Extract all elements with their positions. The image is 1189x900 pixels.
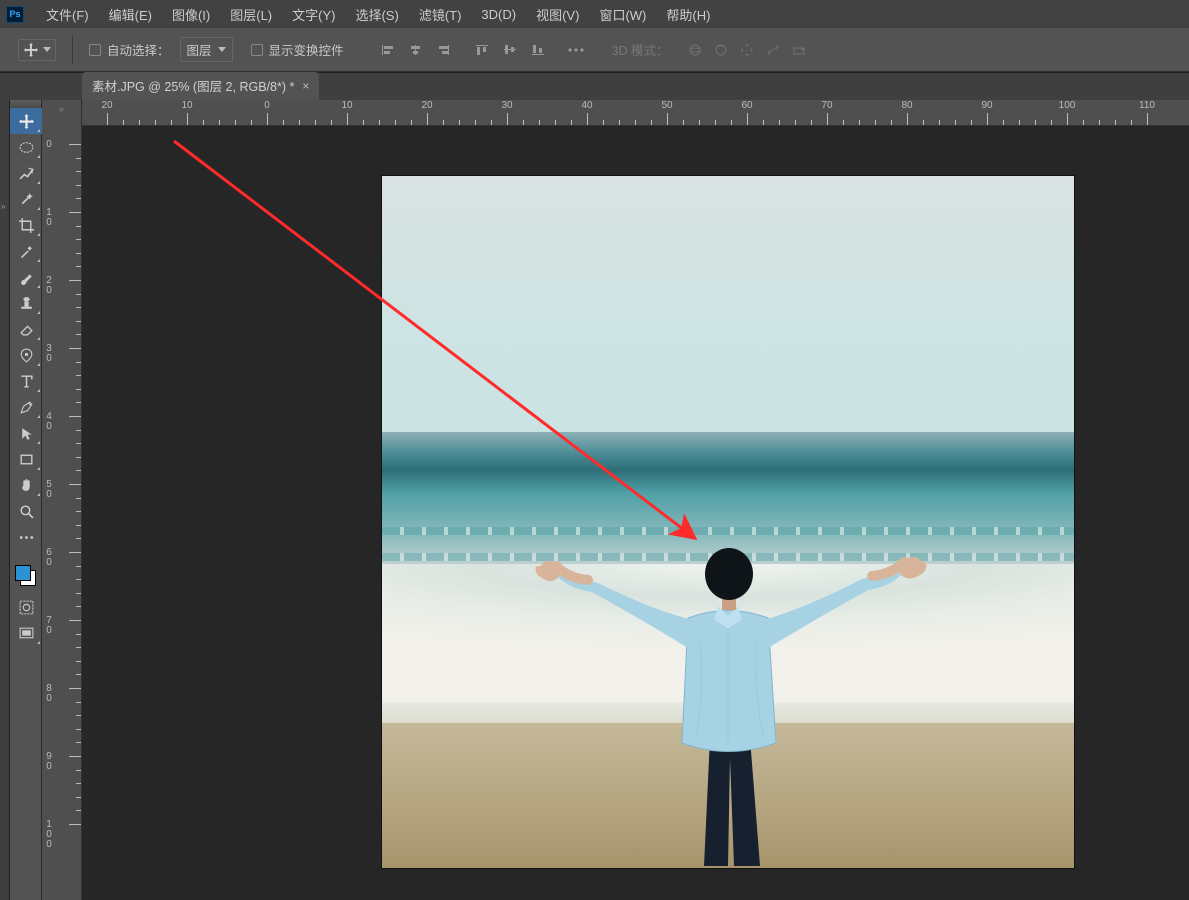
- close-icon[interactable]: ×: [302, 79, 309, 93]
- align-bottom-button[interactable]: [524, 38, 552, 62]
- pen-tool[interactable]: [10, 394, 42, 420]
- align-group: [374, 38, 590, 62]
- document-tab-bar: 素材.JPG @ 25% (图层 2, RGB/8*) * ×: [0, 72, 1189, 100]
- document-canvas[interactable]: [382, 176, 1074, 868]
- menu-window[interactable]: 窗口(W): [589, 5, 656, 24]
- screen-mode-button[interactable]: [10, 620, 42, 646]
- hand-tool[interactable]: [10, 472, 42, 498]
- align-right-button[interactable]: [430, 38, 458, 62]
- vertical-ruler[interactable]: 01 02 03 04 05 06 07 08 09 01 0 0: [42, 126, 82, 900]
- distribute-more-button[interactable]: [562, 38, 590, 62]
- color-swatches[interactable]: [10, 562, 41, 594]
- menu-layer[interactable]: 图层(L): [220, 5, 282, 24]
- chevron-down-icon: [218, 47, 226, 52]
- type-tool[interactable]: [10, 368, 42, 394]
- horizontal-ruler[interactable]: 20100102030405060708090100110: [82, 100, 1189, 126]
- show-transform-label: 显示变换控件: [269, 40, 344, 59]
- marquee-tool[interactable]: [10, 134, 42, 160]
- quick-mask-button[interactable]: [10, 594, 42, 620]
- foreground-color-swatch[interactable]: [15, 565, 31, 581]
- chevron-down-icon: [43, 47, 51, 52]
- 3d-roll-icon[interactable]: [713, 42, 729, 58]
- 3d-mode-buttons: [687, 42, 807, 58]
- menu-file[interactable]: 文件(F): [36, 5, 99, 24]
- move-tool[interactable]: [10, 108, 42, 134]
- align-vcenter-button[interactable]: [496, 38, 524, 62]
- magic-wand-tool[interactable]: [10, 186, 42, 212]
- 3d-mode-label: 3D 模式：: [612, 40, 669, 59]
- eraser-tool[interactable]: [10, 316, 42, 342]
- 3d-scale-icon[interactable]: [791, 42, 807, 58]
- edit-toolbar-button[interactable]: [10, 524, 42, 550]
- menu-3d[interactable]: 3D(D): [471, 7, 526, 22]
- align-hcenter-button[interactable]: [402, 38, 430, 62]
- document-tab-title: 素材.JPG @ 25% (图层 2, RGB/8*) *: [92, 76, 294, 95]
- menu-view[interactable]: 视图(V): [526, 5, 589, 24]
- 3d-pan-icon[interactable]: [739, 42, 755, 58]
- eyedropper-tool[interactable]: [10, 238, 42, 264]
- auto-select-label: 自动选择：: [107, 40, 170, 59]
- brush-tool[interactable]: [10, 264, 42, 290]
- crop-tool[interactable]: [10, 212, 42, 238]
- show-transform-checkbox[interactable]: 显示变换控件: [251, 40, 344, 59]
- main-area: » 20100102030405060708090100110 01 02 03…: [0, 100, 1189, 900]
- tool-preset-dropdown[interactable]: [18, 39, 56, 61]
- artwork-person: [528, 488, 928, 868]
- canvas-area[interactable]: [82, 126, 1189, 900]
- 3d-orbit-icon[interactable]: [687, 42, 703, 58]
- zoom-tool[interactable]: [10, 498, 42, 524]
- tool-palette: [10, 100, 42, 900]
- menu-type[interactable]: 文字(Y): [282, 5, 345, 24]
- app-logo: Ps: [6, 6, 24, 23]
- align-top-button[interactable]: [468, 38, 496, 62]
- auto-select-checkbox[interactable]: 自动选择：: [89, 40, 170, 59]
- document-tab[interactable]: 素材.JPG @ 25% (图层 2, RGB/8*) * ×: [82, 72, 319, 100]
- menu-select[interactable]: 选择(S): [345, 5, 408, 24]
- gradient-tool[interactable]: [10, 342, 42, 368]
- 3d-slide-icon[interactable]: [765, 42, 781, 58]
- path-select-tool[interactable]: [10, 420, 42, 446]
- lasso-tool[interactable]: [10, 160, 42, 186]
- menu-image[interactable]: 图像(I): [162, 5, 220, 24]
- rectangle-tool[interactable]: [10, 446, 42, 472]
- menu-edit[interactable]: 编辑(E): [99, 5, 162, 24]
- auto-select-target-value: 图层: [187, 40, 212, 59]
- auto-select-target-dropdown[interactable]: 图层: [180, 37, 233, 62]
- panel-collapse-strip[interactable]: [0, 100, 10, 900]
- menu-help[interactable]: 帮助(H): [656, 5, 720, 24]
- menu-bar: Ps 文件(F) 编辑(E) 图像(I) 图层(L) 文字(Y) 选择(S) 滤…: [0, 0, 1189, 28]
- menu-filter[interactable]: 滤镜(T): [409, 5, 472, 24]
- stamp-tool[interactable]: [10, 290, 42, 316]
- align-left-button[interactable]: [374, 38, 402, 62]
- options-bar: 自动选择： 图层 显示变换控件 3D 模式：: [0, 28, 1189, 72]
- move-icon: [23, 42, 39, 58]
